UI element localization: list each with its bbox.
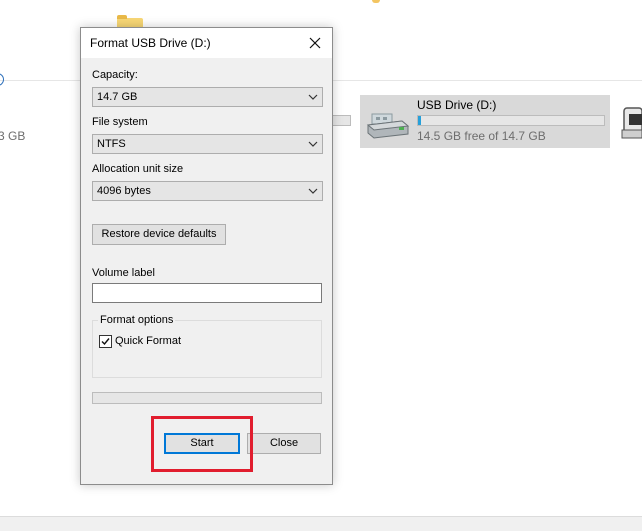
allocation-unit-value: 4096 bytes bbox=[97, 185, 151, 197]
chevron-down-icon bbox=[308, 141, 318, 147]
usb-drive-tile[interactable]: USB Drive (D:) 14.5 GB free of 14.7 GB bbox=[360, 95, 610, 148]
dialog-titlebar: Format USB Drive (D:) bbox=[81, 28, 332, 58]
close-button[interactable]: Close bbox=[247, 433, 321, 454]
format-progress-bar bbox=[92, 392, 322, 404]
file-system-select[interactable]: NTFS bbox=[92, 134, 323, 154]
format-options-group bbox=[92, 320, 322, 378]
start-button-highlight bbox=[151, 416, 253, 472]
restore-defaults-button[interactable]: Restore device defaults bbox=[92, 224, 226, 245]
capacity-value: 14.7 GB bbox=[97, 91, 138, 103]
capacity-select[interactable]: 14.7 GB bbox=[92, 87, 323, 107]
volume-label-input[interactable] bbox=[92, 283, 322, 303]
usb-drive-name: USB Drive (D:) bbox=[417, 98, 497, 112]
file-system-value: NTFS bbox=[97, 138, 126, 150]
partial-circle-icon bbox=[0, 73, 4, 86]
left-drive-usage-bar bbox=[333, 115, 351, 126]
quick-format-checkbox[interactable] bbox=[99, 335, 112, 348]
chevron-down-icon bbox=[308, 188, 318, 194]
usb-drive-icon bbox=[366, 113, 410, 139]
drive-icon-partial bbox=[621, 107, 642, 139]
folder-icon-edge bbox=[372, 0, 380, 3]
usb-drive-usage-fill bbox=[418, 116, 421, 125]
volume-label-label: Volume label bbox=[92, 267, 155, 279]
quick-format-label[interactable]: Quick Format bbox=[115, 335, 181, 347]
usb-drive-usage-bar bbox=[417, 115, 605, 126]
checkmark-icon bbox=[101, 338, 110, 346]
format-options-title: Format options bbox=[98, 314, 176, 326]
allocation-unit-label: Allocation unit size bbox=[92, 163, 184, 175]
file-system-label: File system bbox=[92, 116, 148, 128]
close-icon[interactable] bbox=[307, 35, 323, 51]
status-bar bbox=[0, 516, 642, 531]
capacity-label: Capacity: bbox=[92, 69, 138, 81]
left-drive-size: 3 GB bbox=[0, 129, 26, 143]
usb-drive-free-space: 14.5 GB free of 14.7 GB bbox=[417, 129, 546, 143]
chevron-down-icon bbox=[308, 94, 318, 100]
dialog-title: Format USB Drive (D:) bbox=[90, 36, 211, 50]
allocation-unit-select[interactable]: 4096 bytes bbox=[92, 181, 323, 201]
